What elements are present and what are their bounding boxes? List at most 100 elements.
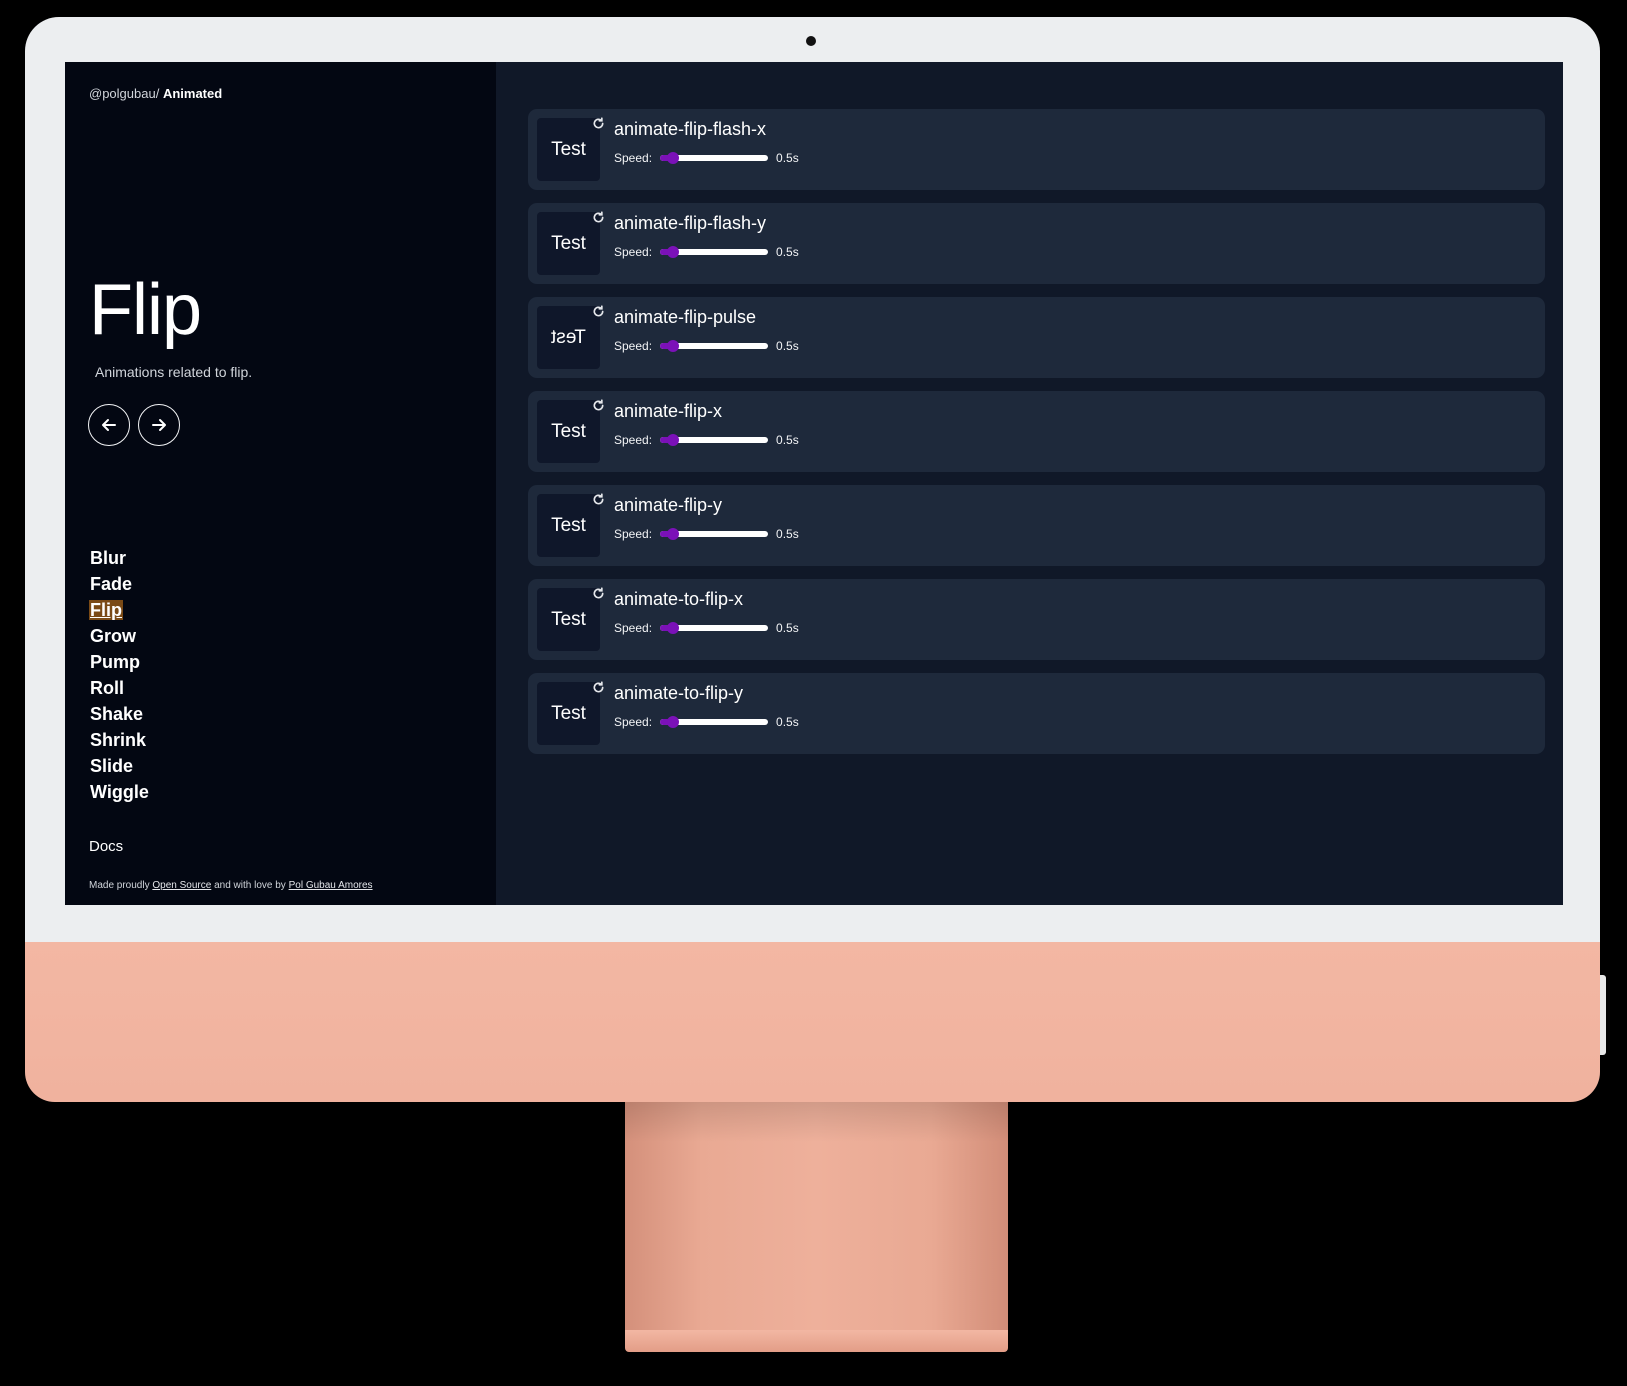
speed-slider[interactable] [660, 622, 769, 634]
category-label: Blur [90, 548, 126, 568]
animation-name: animate-flip-pulse [614, 307, 757, 327]
speed-control: Speed: 0.5s [614, 433, 799, 447]
camera-icon [806, 36, 816, 46]
reload-icon[interactable] [592, 493, 605, 506]
speed-value: 0.5s [776, 715, 799, 729]
animation-name: animate-flip-flash-y [614, 213, 767, 233]
speed-control: Speed: 0.5s [614, 151, 799, 165]
speed-control: Speed: 0.5s [614, 245, 799, 259]
category-item-pump[interactable]: Pump [89, 649, 150, 675]
test-preview-button[interactable]: Test [537, 682, 600, 745]
category-item-roll[interactable]: Roll [89, 675, 150, 701]
test-preview-button[interactable]: Test [537, 588, 600, 651]
category-label: Pump [90, 652, 141, 672]
category-item-grow[interactable]: Grow [89, 623, 150, 649]
speed-slider[interactable] [660, 716, 769, 728]
speed-label: Speed: [614, 245, 653, 259]
speed-value: 0.5s [776, 621, 799, 635]
speed-slider[interactable] [660, 340, 769, 352]
speed-value: 0.5s [776, 433, 799, 447]
test-label: Test [551, 232, 586, 254]
slider-thumb[interactable] [667, 622, 679, 634]
breadcrumb-app[interactable]: Animated [163, 86, 222, 101]
monitor-side-button [1600, 975, 1606, 1055]
page-description: Animations related to flip. [95, 364, 253, 380]
reload-icon[interactable] [592, 399, 605, 412]
category-navigation [88, 404, 180, 446]
breadcrumb-site[interactable]: @polgubau/ [89, 86, 159, 101]
author-link[interactable]: Pol Gubau Amores [289, 880, 373, 891]
speed-value: 0.5s [776, 245, 799, 259]
slider-thumb[interactable] [667, 152, 679, 164]
test-preview-button[interactable]: Test [537, 118, 600, 181]
category-item-shrink[interactable]: Shrink [89, 727, 150, 753]
reload-icon[interactable] [592, 305, 605, 318]
test-label: Test [551, 608, 586, 630]
speed-control: Speed: 0.5s [614, 715, 799, 729]
test-label: Test [551, 420, 586, 442]
animation-name: animate-flip-y [614, 495, 723, 515]
test-preview-button[interactable]: Test [537, 400, 600, 463]
speed-slider[interactable] [660, 434, 769, 446]
category-item-fade[interactable]: Fade [89, 571, 150, 597]
animation-name: animate-to-flip-y [614, 683, 744, 703]
category-label: Shake [90, 704, 144, 724]
category-label: Shrink [90, 730, 147, 750]
footer-middle: and with love by [214, 880, 286, 891]
slider-thumb[interactable] [667, 716, 679, 728]
animation-name: animate-to-flip-x [614, 589, 744, 609]
docs-link[interactable]: Docs [89, 838, 123, 855]
next-category-button[interactable] [138, 404, 180, 446]
category-item-wiggle[interactable]: Wiggle [89, 779, 150, 805]
speed-label: Speed: [614, 527, 653, 541]
speed-slider[interactable] [660, 246, 769, 258]
category-label: Slide [90, 756, 134, 776]
breadcrumb: @polgubau/ Animated [89, 86, 222, 101]
category-label: Grow [90, 626, 137, 646]
monitor-stand-foot [625, 1330, 1008, 1352]
open-source-link[interactable]: Open Source [152, 880, 211, 891]
animation-card: Test animate-flip-x Speed: 0.5s [528, 391, 1545, 472]
test-label: Test [551, 138, 586, 160]
speed-slider[interactable] [660, 528, 769, 540]
speed-control: Speed: 0.5s [614, 527, 799, 541]
category-item-shake[interactable]: Shake [89, 701, 150, 727]
category-list: Blur Fade Flip Grow Pump Roll Shake Shri… [89, 545, 150, 805]
speed-label: Speed: [614, 621, 653, 635]
slider-thumb[interactable] [667, 528, 679, 540]
animation-card: Test animate-flip-flash-y Speed: 0.5s [528, 203, 1545, 284]
animation-card: Test animate-to-flip-y Speed: 0.5s [528, 673, 1545, 754]
footer-prefix: Made proudly [89, 880, 150, 891]
category-label: Roll [90, 678, 124, 698]
footer: Made proudly Open Source and with love b… [89, 880, 373, 891]
speed-label: Speed: [614, 151, 653, 165]
category-item-slide[interactable]: Slide [89, 753, 150, 779]
monitor-chin [25, 942, 1600, 1102]
category-item-flip[interactable]: Flip [89, 597, 150, 623]
animation-name: animate-flip-x [614, 401, 723, 421]
animation-card: Test animate-to-flip-x Speed: 0.5s [528, 579, 1545, 660]
speed-value: 0.5s [776, 339, 799, 353]
animation-name: animate-flip-flash-x [614, 119, 767, 139]
reload-icon[interactable] [592, 211, 605, 224]
speed-slider[interactable] [660, 152, 769, 164]
test-preview-button[interactable]: Test [537, 306, 600, 369]
speed-value: 0.5s [776, 151, 799, 165]
slider-thumb[interactable] [667, 340, 679, 352]
reload-icon[interactable] [592, 681, 605, 694]
previous-category-button[interactable] [88, 404, 130, 446]
test-preview-button[interactable]: Test [537, 494, 600, 557]
arrow-left-icon [102, 419, 116, 431]
slider-thumb[interactable] [667, 434, 679, 446]
category-item-blur[interactable]: Blur [89, 545, 150, 571]
test-preview-button[interactable]: Test [537, 212, 600, 275]
stand-shadow [625, 1102, 1008, 1142]
arrow-right-icon [152, 419, 166, 431]
reload-icon[interactable] [592, 587, 605, 600]
screen: @polgubau/ Animated Flip Animations rela… [65, 62, 1563, 905]
slider-thumb[interactable] [667, 246, 679, 258]
animation-card: Test animate-flip-y Speed: 0.5s [528, 485, 1545, 566]
reload-icon[interactable] [592, 117, 605, 130]
speed-value: 0.5s [776, 527, 799, 541]
speed-label: Speed: [614, 339, 653, 353]
